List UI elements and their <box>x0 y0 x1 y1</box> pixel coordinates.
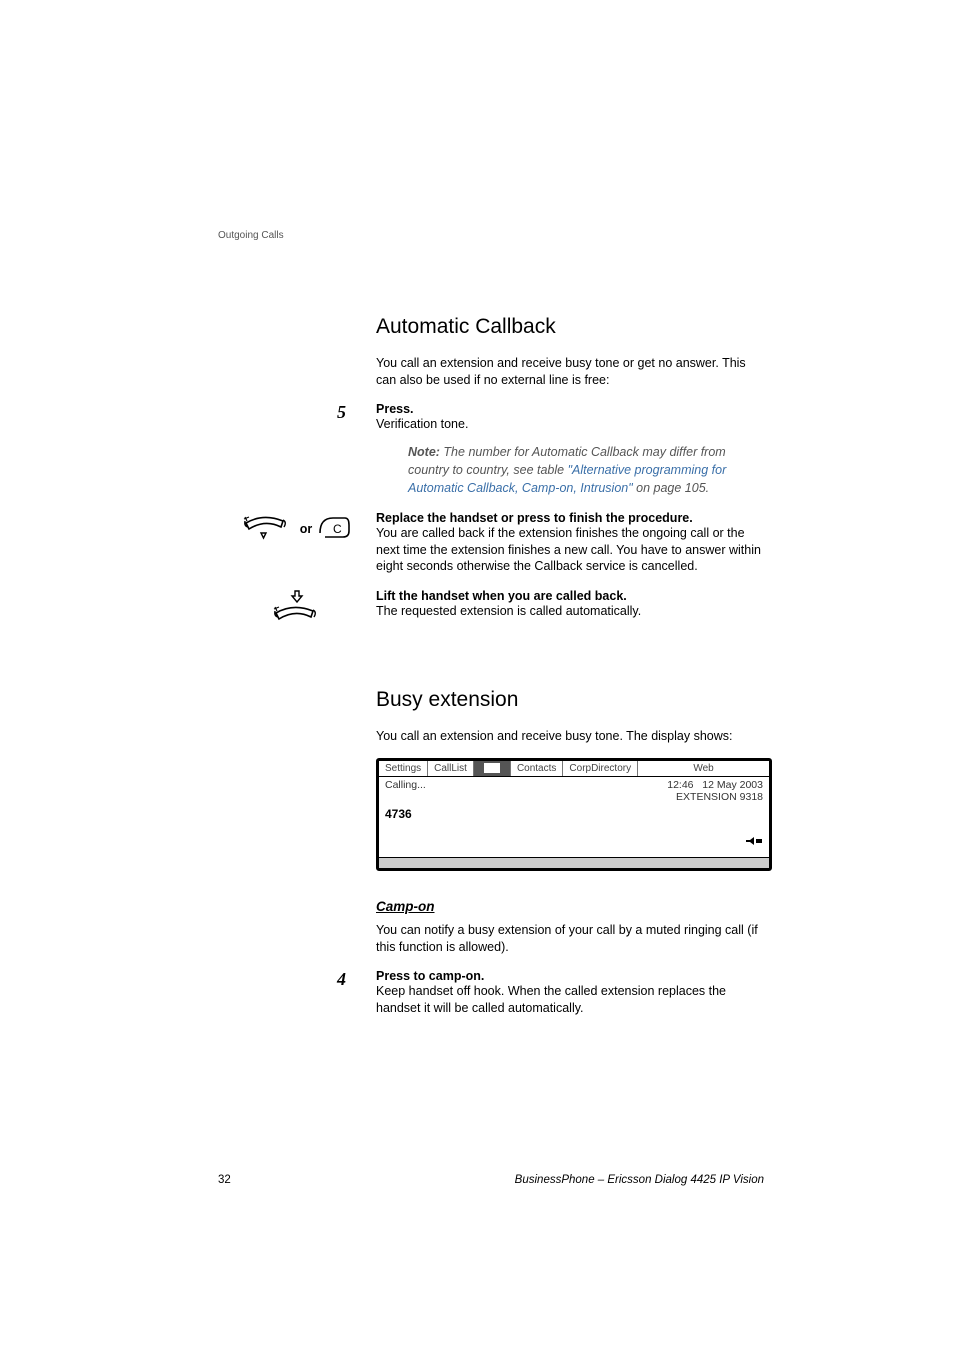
footer-title: BusinessPhone – Ericsson Dialog 4425 IP … <box>515 1174 764 1186</box>
note-prefix: Note: <box>408 445 440 459</box>
phone-display: Settings CallList Contacts CorpDirectory… <box>376 758 772 871</box>
tab-settings: Settings <box>379 761 428 776</box>
tab-active <box>474 761 511 776</box>
clear-key-icon: C <box>317 513 351 548</box>
tab-calllist: CallList <box>428 761 474 776</box>
camp-on-desc: You can notify a busy extension of your … <box>376 922 764 956</box>
display-number: 4736 <box>385 807 763 821</box>
replace-handset-label: Replace the handset or press to finish t… <box>376 511 764 525</box>
display-date: 12 May 2003 <box>702 779 763 791</box>
display-bottom-bar <box>379 857 769 868</box>
busy-extension-heading: Busy extension <box>376 688 764 712</box>
note-body-2: on page 105. <box>633 481 709 495</box>
display-tabs: Settings CallList Contacts CorpDirectory… <box>379 761 769 777</box>
step-4-number: 4 <box>337 969 346 989</box>
volume-icon <box>745 833 763 850</box>
display-calling: Calling... <box>385 779 426 791</box>
handset-lift-icon <box>271 589 323 628</box>
step-4-label: Press to camp-on. <box>376 969 764 983</box>
tab-corpdirectory: CorpDirectory <box>563 761 638 776</box>
step-4-desc: Keep handset off hook. When the called e… <box>376 983 764 1017</box>
camp-on-heading: Camp-on <box>376 899 764 914</box>
step-5-number: 5 <box>337 402 346 422</box>
handset-down-icon <box>243 511 295 546</box>
tab-web: Web <box>638 761 769 776</box>
step-5-label: Press. <box>376 402 764 416</box>
keyboard-icon <box>484 763 500 773</box>
lift-handset-label: Lift the handset when you are called bac… <box>376 589 764 603</box>
automatic-callback-heading: Automatic Callback <box>376 315 764 339</box>
or-label: or <box>300 522 313 536</box>
replace-handset-desc: You are called back if the extension fin… <box>376 525 764 576</box>
svg-text:C: C <box>333 522 342 536</box>
display-extension: EXTENSION 9318 <box>385 791 763 803</box>
busy-intro-text: You call an extension and receive busy t… <box>376 728 764 745</box>
step-5-desc: Verification tone. <box>376 416 764 433</box>
tab-contacts: Contacts <box>511 761 563 776</box>
page-number: 32 <box>218 1174 231 1186</box>
section-header: Outgoing Calls <box>218 230 284 241</box>
display-time: 12:46 <box>667 779 693 791</box>
intro-text: You call an extension and receive busy t… <box>376 355 764 389</box>
lift-handset-desc: The requested extension is called automa… <box>376 603 764 620</box>
